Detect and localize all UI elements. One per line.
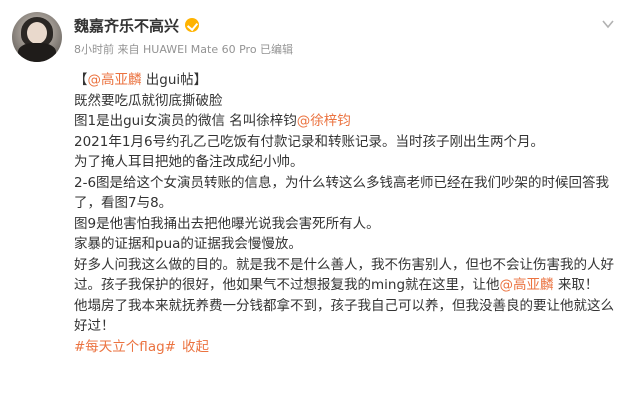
mention-link[interactable]: @高亚麟: [88, 72, 142, 88]
post-meta: 8小时前 来自 HUAWEI Mate 60 Pro 已编辑: [74, 43, 294, 56]
content-line: #每天立个flag# 收起: [74, 337, 624, 358]
content-line: 2021年1月6号约孔乙己吃饭有付款记录和转账记录。当时孩子刚出生两个月。: [74, 133, 545, 150]
content-line: 图1是出gui女演员的微信 名叫徐梓钧@徐梓钧: [74, 111, 624, 132]
collapse-link[interactable]: 收起: [182, 339, 209, 355]
chevron-down-icon[interactable]: [600, 16, 616, 32]
content-line: 为了掩人耳目把她的备注改成纪小帅。: [74, 154, 304, 170]
username[interactable]: 魏嘉齐乐不高兴: [74, 15, 179, 36]
post-title-text: 出gui帖】: [141, 72, 208, 88]
weibo-post: 魏嘉齐乐不高兴 8小时前 来自 HUAWEI Mate 60 Pro 已编辑 【…: [0, 0, 634, 410]
content-line: 既然要吃瓜就彻底撕破脸: [74, 92, 223, 109]
content-line: 他塌房了我本来就抚养费一分钱都拿不到，孩子我自己可以养，但我没善良的要让他就这么…: [74, 297, 614, 335]
bracket-text: 【: [74, 72, 88, 88]
post-header: 魏嘉齐乐不高兴 8小时前 来自 HUAWEI Mate 60 Pro 已编辑: [12, 12, 622, 62]
mention-link[interactable]: @徐梓钧: [297, 113, 351, 129]
content-line: 好多人问我这么做的目的。就是我不是什么善人，我不伤害别人，但也不会让伤害我的人好…: [74, 255, 624, 296]
hashtag-link[interactable]: #每天立个flag#: [74, 339, 176, 355]
verified-badge-icon: [185, 18, 199, 32]
content-text: 来取！: [553, 277, 599, 293]
post-content: 【@高亚麟 出gui帖】 既然要吃瓜就彻底撕破脸 图1是出gui女演员的微信 名…: [74, 70, 624, 357]
content-line: 2-6图是给这个女演员转账的信息，为什么转这么多钱高老师已经在我们吵架的时候回答…: [74, 174, 610, 212]
content-line: 家暴的证据和pua的证据我会慢慢放。: [74, 236, 302, 252]
content-line: 【@高亚麟 出gui帖】: [74, 70, 624, 91]
content-text: 图1是出gui女演员的微信 名叫徐梓钧: [74, 113, 297, 129]
mention-link[interactable]: @高亚麟: [500, 277, 554, 293]
avatar[interactable]: [12, 12, 62, 62]
content-line: 图9是他害怕我捅出去把他曝光说我会害死所有人。: [74, 215, 380, 232]
